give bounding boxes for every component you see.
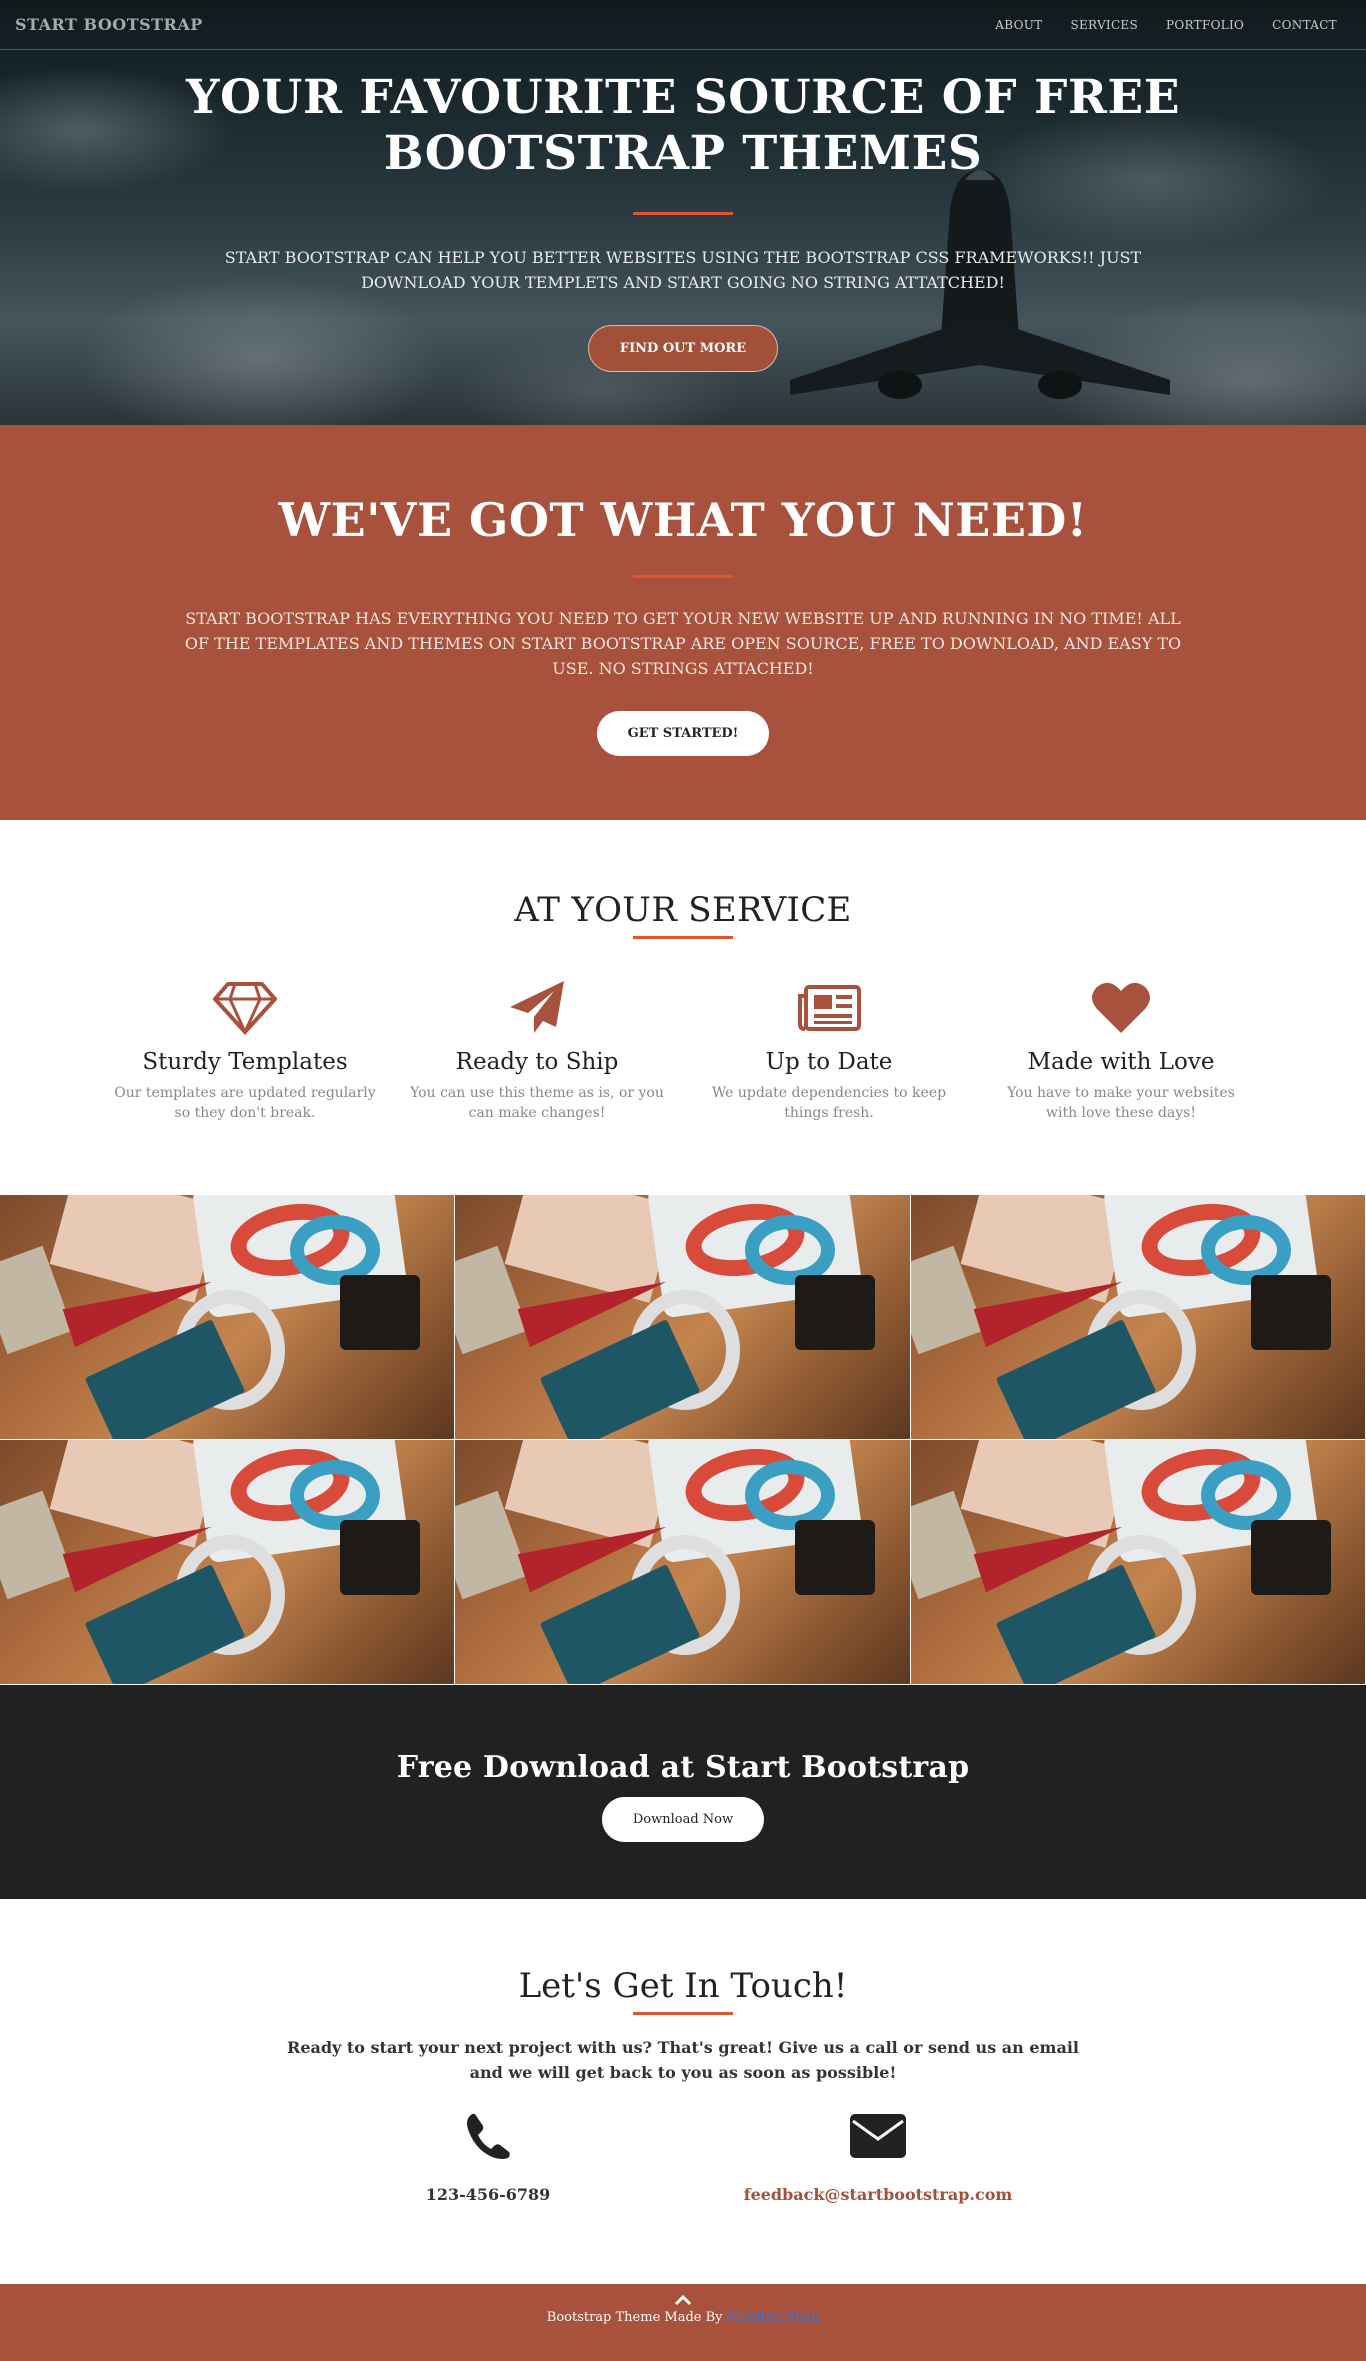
- get-started-button[interactable]: GET STARTED!: [596, 711, 770, 756]
- service-title: Made with Love: [1027, 1049, 1215, 1075]
- top-navbar: START BOOTSTRAP ABOUT SERVICES PORTFOLIO…: [0, 0, 1366, 50]
- paper-plane-icon: [406, 979, 668, 1037]
- about-section: WE'VE GOT WHAT YOU NEED! START BOOTSTRAP…: [0, 425, 1366, 820]
- service-item: Sturdy Templates Our templates are updat…: [99, 979, 391, 1123]
- download-section: Free Download at Start Bootstrap Downloa…: [0, 1685, 1366, 1899]
- contact-divider: [633, 2012, 733, 2015]
- hero-content: YOUR FAVOURITE SOURCE OF FREE BOOTSTRAP …: [0, 0, 1366, 372]
- portfolio-item-2[interactable]: [455, 1195, 911, 1440]
- services-section: AT YOUR SERVICE Sturdy Templates Our tem…: [0, 820, 1366, 1195]
- hero-divider: [633, 212, 733, 215]
- hero-text: START BOOTSTRAP CAN HELP YOU BETTER WEBS…: [224, 248, 1142, 292]
- hero-section: YOUR FAVOURITE SOURCE OF FREE BOOTSTRAP …: [0, 0, 1366, 425]
- diamond-icon: [114, 979, 376, 1037]
- service-text: You have to make your websites with love…: [1007, 1085, 1235, 1121]
- hero-title: YOUR FAVOURITE SOURCE OF FREE BOOTSTRAP …: [0, 70, 1366, 182]
- portfolio-item-1[interactable]: [0, 1195, 455, 1440]
- portfolio-item-6[interactable]: [911, 1440, 1366, 1685]
- hero-title-line2: BOOTSTRAP THEMES: [383, 126, 983, 181]
- footer-credit: Bootstrap Theme Made By Mohitha Shah: [0, 2310, 1366, 2325]
- brand-link[interactable]: START BOOTSTRAP: [15, 15, 203, 34]
- portfolio-grid: [0, 1195, 1366, 1685]
- envelope-icon: [683, 2107, 1073, 2165]
- service-item: Made with Love You have to make your web…: [975, 979, 1267, 1123]
- email-link[interactable]: feedback@startbootstrap.com: [744, 2185, 1013, 2204]
- nav-portfolio[interactable]: PORTFOLIO: [1152, 18, 1258, 32]
- newspaper-icon: [698, 979, 960, 1037]
- services-title: AT YOUR SERVICE: [514, 890, 852, 930]
- chevron-up-icon[interactable]: [674, 2294, 692, 2310]
- phone-block: 123-456-6789: [293, 2107, 683, 2204]
- about-divider: [633, 575, 733, 578]
- download-now-button[interactable]: Download Now: [601, 1797, 765, 1842]
- contact-title: Let's Get In Touch!: [518, 1966, 848, 2006]
- footer: Bootstrap Theme Made By Mohitha Shah: [0, 2284, 1366, 2361]
- contact-section: Let's Get In Touch! Ready to start your …: [0, 1899, 1366, 2284]
- service-text: Our templates are updated regularly so t…: [114, 1085, 376, 1121]
- hero-title-line1: YOUR FAVOURITE SOURCE OF FREE: [185, 70, 1181, 125]
- phone-number: 123-456-6789: [425, 2185, 551, 2204]
- services-divider: [633, 936, 733, 939]
- contact-row: 123-456-6789 feedback@startbootstrap.com: [0, 2107, 1366, 2204]
- contact-text: Ready to start your next project with us…: [287, 2038, 1079, 2082]
- portfolio-item-5[interactable]: [455, 1440, 911, 1685]
- nav-links: ABOUT SERVICES PORTFOLIO CONTACT: [981, 18, 1351, 32]
- service-title: Up to Date: [765, 1049, 893, 1075]
- heart-icon: [990, 979, 1252, 1037]
- about-title: WE'VE GOT WHAT YOU NEED!: [278, 493, 1088, 547]
- find-out-more-button[interactable]: FIND OUT MORE: [587, 325, 779, 372]
- footer-author-link[interactable]: Mohitha Shah: [727, 2310, 820, 2325]
- about-text: START BOOTSTRAP HAS EVERYTHING YOU NEED …: [184, 609, 1182, 678]
- nav-about[interactable]: ABOUT: [981, 18, 1056, 32]
- service-text: You can use this theme as is, or you can…: [410, 1085, 664, 1121]
- service-text: We update dependencies to keep things fr…: [711, 1085, 947, 1121]
- footer-credit-prefix: Bootstrap Theme Made By: [546, 2310, 723, 2325]
- nav-services[interactable]: SERVICES: [1056, 18, 1152, 32]
- service-item: Up to Date We update dependencies to kee…: [683, 979, 975, 1123]
- service-title: Ready to Ship: [455, 1049, 619, 1075]
- portfolio-item-3[interactable]: [911, 1195, 1366, 1440]
- services-row: Sturdy Templates Our templates are updat…: [98, 979, 1268, 1123]
- service-item: Ready to Ship You can use this theme as …: [391, 979, 683, 1123]
- download-title: Free Download at Start Bootstrap: [396, 1750, 970, 1785]
- nav-contact[interactable]: CONTACT: [1258, 18, 1351, 32]
- email-block: feedback@startbootstrap.com: [683, 2107, 1073, 2204]
- phone-icon: [293, 2107, 683, 2165]
- portfolio-item-4[interactable]: [0, 1440, 455, 1685]
- service-title: Sturdy Templates: [142, 1049, 348, 1075]
